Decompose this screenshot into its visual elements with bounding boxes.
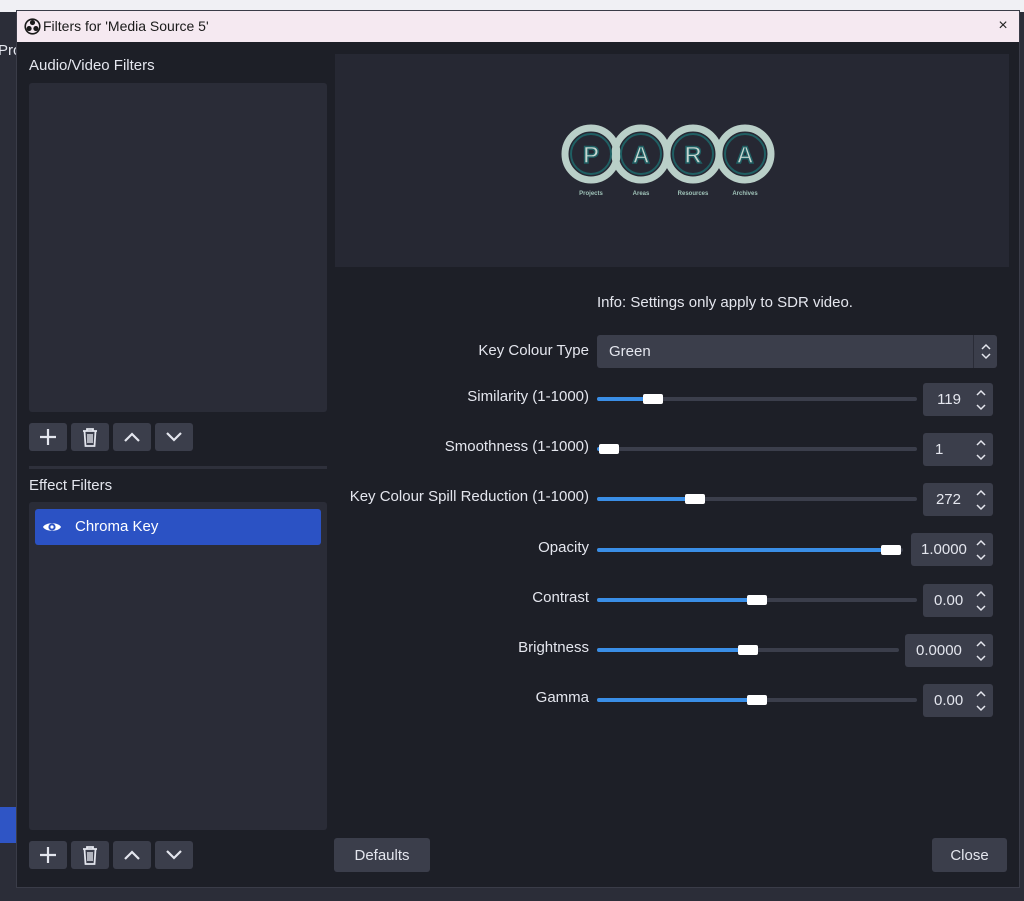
filter-name: Chroma Key [75,518,159,535]
background-app-left: Pro [0,12,21,901]
para-logo: P A R A Projects Areas Resources Archive… [561,124,775,197]
similarity-slider[interactable] [597,392,917,406]
spin-arrows-icon[interactable] [971,385,991,414]
similarity-label: Similarity (1-1000) [467,388,589,405]
move-audio-video-filter-down-button[interactable] [155,423,193,451]
move-audio-video-filter-up-button[interactable] [113,423,151,451]
background-app-bottom [0,888,1024,901]
logo-letter: A [632,142,649,169]
chevron-down-icon [166,850,182,860]
chevron-down-icon [166,432,182,442]
key-colour-type-select[interactable]: Green [597,335,997,368]
filters-dialog: Filters for 'Media Source 5' × Audio/Vid… [16,10,1020,888]
remove-effect-filter-button[interactable] [71,841,109,869]
select-separator [973,335,974,368]
remove-audio-video-filter-button[interactable] [71,423,109,451]
logo-caption: Resources [678,191,709,197]
brightness-value: 0.0000 [916,642,962,659]
up-down-chevron-icon [981,343,991,360]
smoothness-value: 1 [935,441,944,458]
logo-letter: A [736,142,753,169]
spin-arrows-icon[interactable] [971,586,991,615]
dialog-title: Filters for 'Media Source 5' [43,18,209,34]
slider-fill [597,598,757,602]
plus-icon [40,429,56,445]
slider-handle[interactable] [599,444,619,454]
source-preview: P A R A Projects Areas Resources Archive… [335,54,1009,267]
defaults-button[interactable]: Defaults [334,838,430,872]
smoothness-spinbox[interactable]: 1 [923,433,993,466]
effect-filters-label: Effect Filters [29,477,113,494]
spin-arrows-icon[interactable] [971,636,991,665]
smoothness-slider[interactable] [597,442,917,456]
slider-handle[interactable] [643,394,664,404]
effect-filters-list[interactable] [29,502,327,830]
brightness-spinbox[interactable]: 0.0000 [905,634,993,667]
slider-track [597,447,917,451]
spin-arrows-icon[interactable] [971,535,991,564]
slider-fill [597,648,748,652]
slider-handle[interactable] [738,645,758,655]
opacity-label: Opacity [538,539,589,556]
add-effect-filter-button[interactable] [29,841,67,869]
spin-arrows-icon[interactable] [971,435,991,464]
logo-letter: P [583,142,599,169]
move-effect-filter-down-button[interactable] [155,841,193,869]
gamma-slider[interactable] [597,693,917,707]
brightness-label: Brightness [518,639,589,656]
contrast-slider[interactable] [597,593,917,607]
gamma-value: 0.00 [934,692,964,709]
similarity-value: 119 [937,391,961,408]
trash-icon [83,846,97,865]
slider-handle[interactable] [684,494,705,504]
logo-caption: Archives [732,191,758,197]
logo-caption: Areas [633,191,650,197]
slider-fill [597,497,695,501]
info-text: Info: Settings only apply to SDR video. [597,294,853,311]
opacity-spinbox[interactable]: 1.0000 [911,533,993,566]
title-bar[interactable]: Filters for 'Media Source 5' × [17,11,1019,42]
contrast-label: Contrast [532,589,589,606]
close-button[interactable]: Close [932,838,1007,872]
eye-icon[interactable] [42,518,62,536]
smoothness-label: Smoothness (1-1000) [444,438,589,455]
spin-arrows-icon[interactable] [971,485,991,514]
spin-arrows-icon[interactable] [971,686,991,715]
slider-handle[interactable] [881,545,901,555]
spill-reduction-spinbox[interactable]: 272 [923,483,993,516]
add-audio-video-filter-button[interactable] [29,423,67,451]
slider-handle[interactable] [747,595,767,605]
chevron-up-icon [124,432,140,442]
audio-video-filters-label: Audio/Video Filters [29,57,155,74]
key-colour-type-value: Green [609,343,651,360]
close-icon[interactable]: × [993,16,1013,36]
opacity-value: 1.0000 [921,541,967,558]
contrast-spinbox[interactable]: 0.00 [923,584,993,617]
key-colour-type-label: Key Colour Type [478,342,589,359]
brightness-slider[interactable] [597,643,899,657]
contrast-value: 0.00 [934,592,964,609]
slider-fill [597,548,891,552]
gamma-label: Gamma [535,689,589,706]
plus-icon [40,847,56,863]
slider-fill [597,698,757,702]
gamma-spinbox[interactable]: 0.00 [923,684,993,717]
list-item-chroma-key[interactable]: Chroma Key [35,509,321,545]
opacity-slider[interactable] [597,543,903,557]
obs-logo-icon [24,18,41,35]
spill-reduction-label: Key Colour Spill Reduction (1-1000) [349,488,589,505]
spill-reduction-slider[interactable] [597,492,917,506]
background-app-selection [0,807,16,843]
audio-video-filters-list[interactable] [29,83,327,412]
logo-letter: R [684,142,701,169]
similarity-spinbox[interactable]: 119 [923,383,993,416]
trash-icon [83,428,97,447]
spill-reduction-value: 272 [935,491,961,508]
chevron-up-icon [124,850,140,860]
logo-caption: Projects [579,191,603,197]
move-effect-filter-up-button[interactable] [113,841,151,869]
section-divider [29,466,327,469]
slider-handle[interactable] [747,695,767,705]
